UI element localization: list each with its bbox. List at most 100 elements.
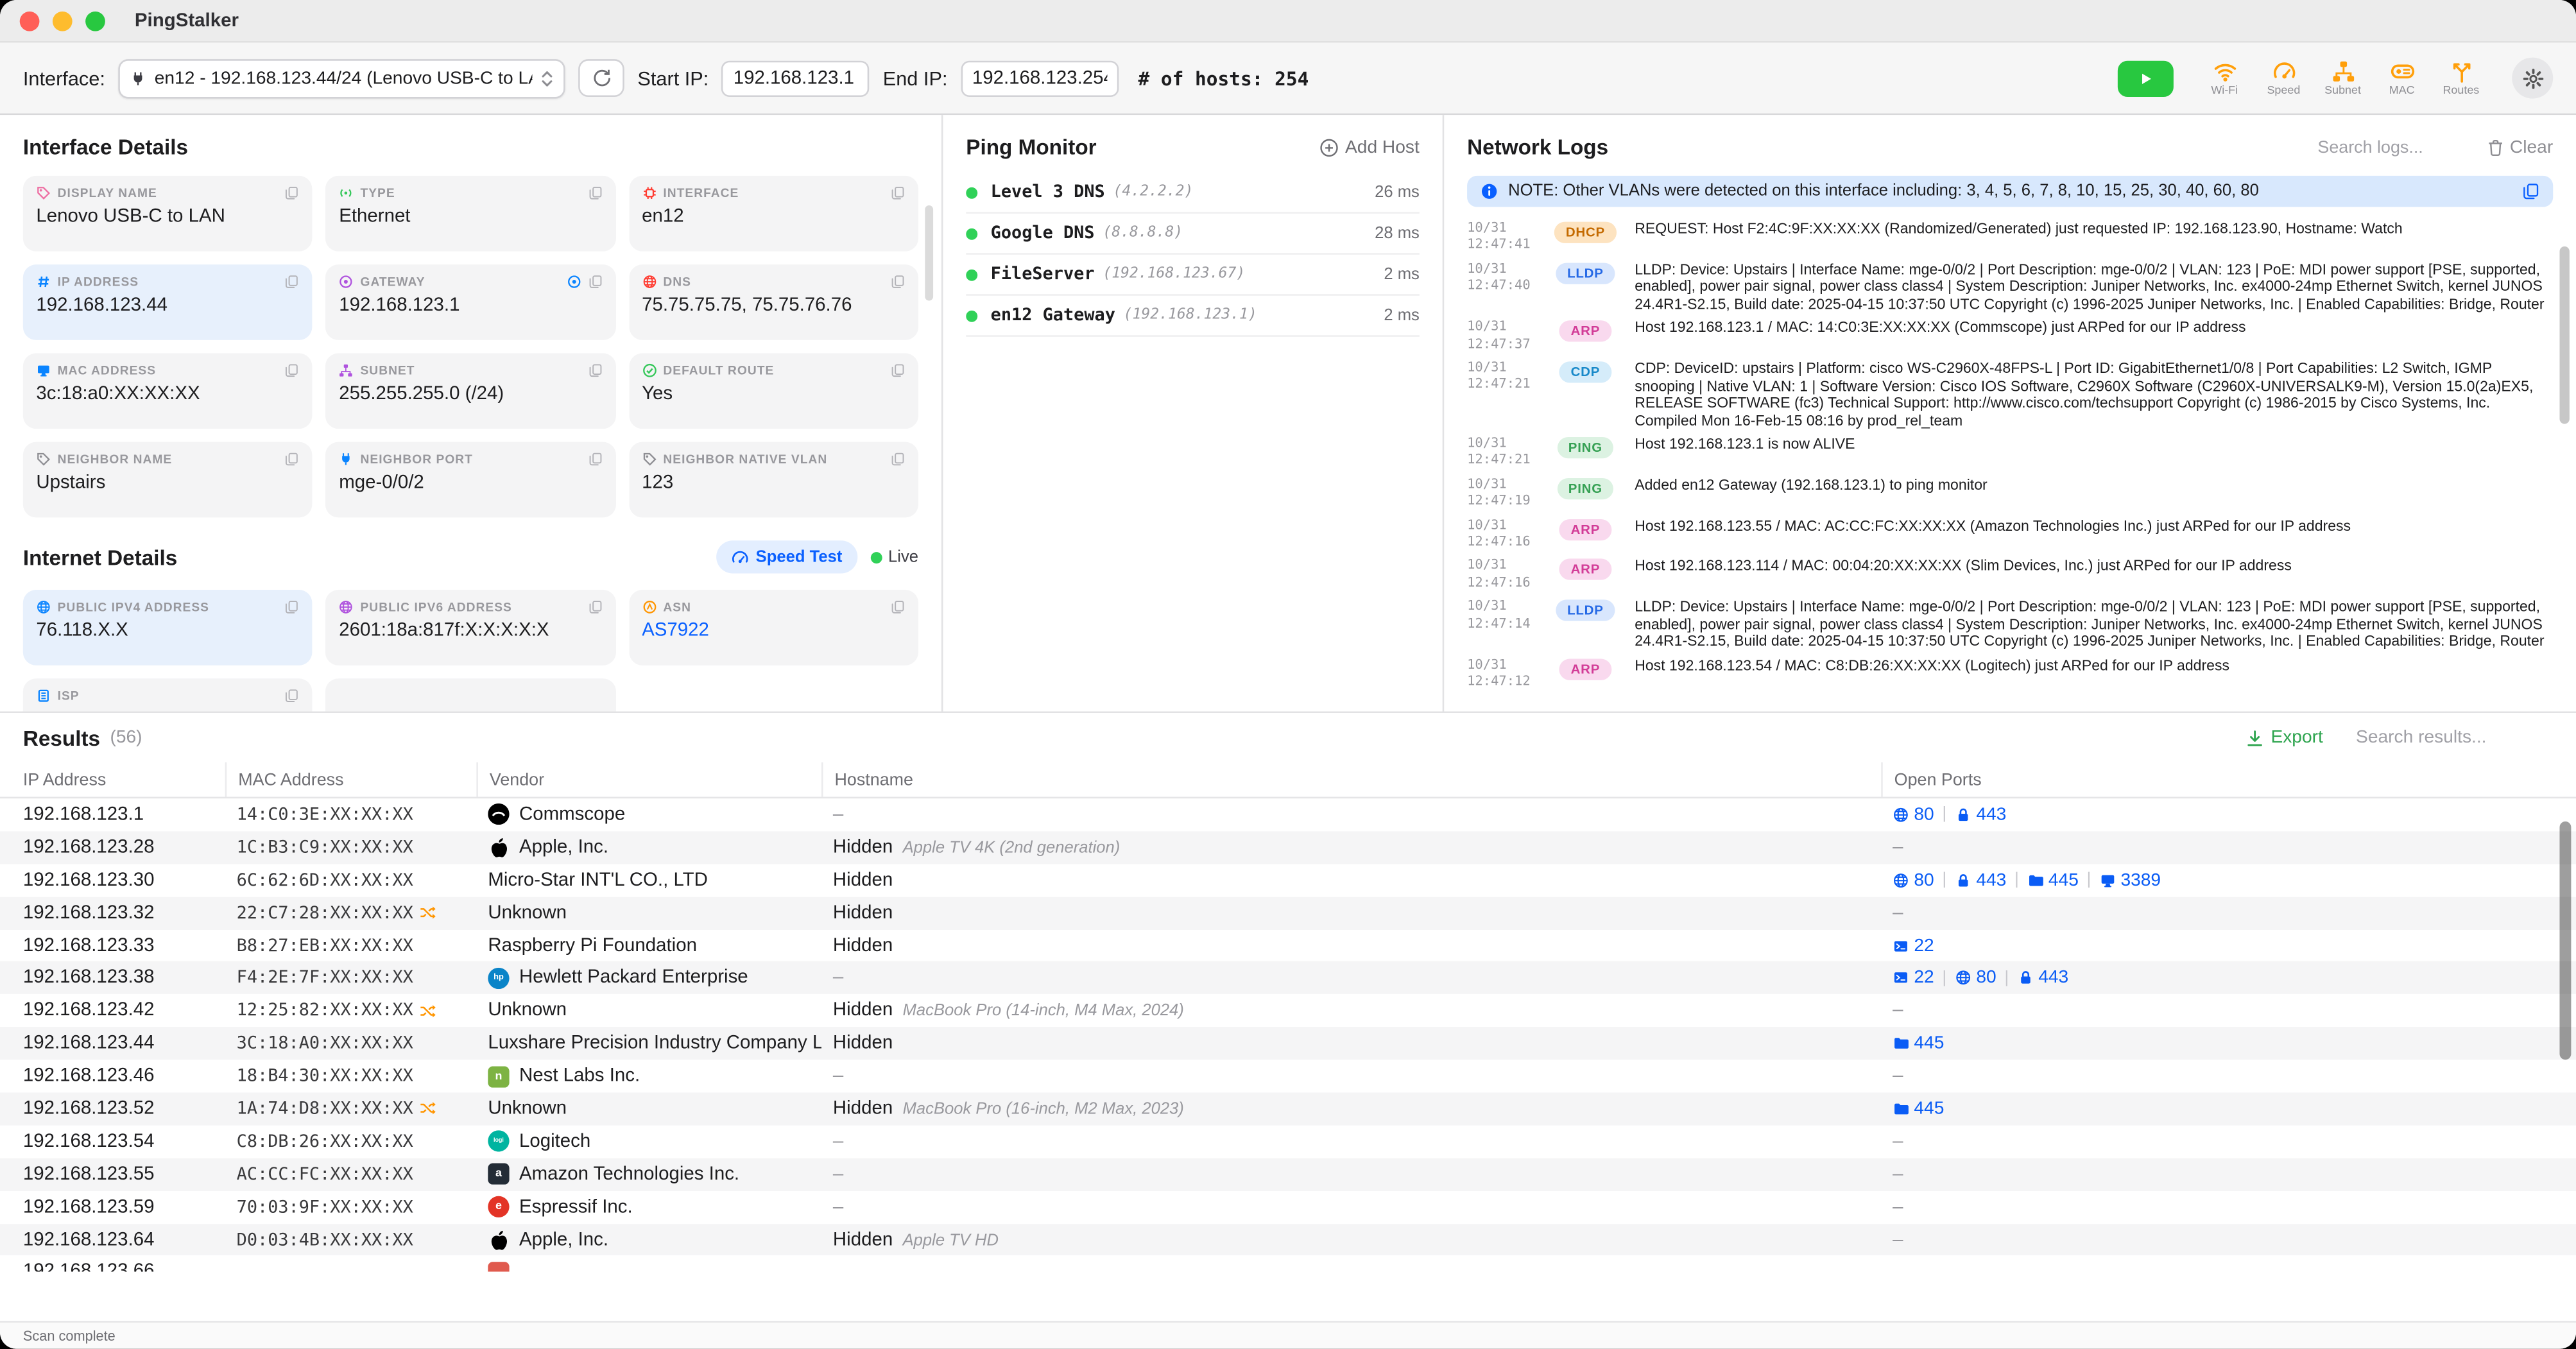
toolbar-routes-button[interactable]: Routes bbox=[2436, 59, 2486, 97]
start-scan-button[interactable] bbox=[2118, 60, 2174, 96]
lock-icon bbox=[1955, 872, 1971, 889]
copy-icon[interactable] bbox=[285, 185, 300, 200]
column-header: MAC Address bbox=[225, 762, 477, 797]
add-host-button[interactable]: Add Host bbox=[1319, 137, 1420, 157]
top-panels: Interface Details DISPLAY NAMELenovo USB… bbox=[0, 115, 2576, 713]
log-message: CDP: DeviceID: upstairs | Platform: cisc… bbox=[1635, 360, 2553, 429]
minimize-window-button[interactable] bbox=[53, 11, 73, 31]
copy-icon[interactable] bbox=[588, 363, 603, 378]
result-row[interactable]: 192.168.123.4618:B4:30:XX:XX:XXnNest Lab… bbox=[0, 1060, 2576, 1093]
result-row[interactable]: 192.168.123.55AC:CC:FC:XX:XX:XXaAmazon T… bbox=[0, 1158, 2576, 1190]
result-row[interactable]: 192.168.123.3222:C7:28:XX:XX:XXUnknownHi… bbox=[0, 897, 2576, 929]
copy-icon[interactable] bbox=[285, 452, 300, 467]
status-dot-icon bbox=[966, 310, 977, 322]
ping-host-row[interactable]: Google DNS(8.8.8.8)28 ms bbox=[966, 214, 1420, 255]
mac-text: AC:CC:FC:XX:XX:XX bbox=[237, 1164, 413, 1184]
result-row[interactable]: 192.168.123.38F4:2E:7F:XX:XX:XXhpHewlett… bbox=[0, 962, 2576, 995]
port-link[interactable]: 80 bbox=[1893, 870, 1934, 890]
port-link[interactable]: 22 bbox=[1893, 968, 1934, 988]
interface-select[interactable]: en12 - 192.168.123.44/24 (Lenovo USB-C t… bbox=[118, 58, 565, 98]
log-timestamp: 10/3112:47:16 bbox=[1467, 517, 1536, 551]
result-row[interactable]: 192.168.123.521A:74:D8:XX:XX:XXUnknownHi… bbox=[0, 1092, 2576, 1125]
port-link[interactable]: 443 bbox=[1955, 870, 2006, 890]
copy-icon[interactable] bbox=[2522, 182, 2540, 200]
port-link[interactable]: 445 bbox=[2027, 870, 2079, 890]
results-table-body: 192.168.123.114:C0:3E:XX:XX:XXCommscope–… bbox=[0, 798, 2576, 1271]
port-link[interactable]: 80 bbox=[1955, 968, 1996, 988]
start-ip-input[interactable] bbox=[722, 60, 870, 96]
clear-logs-button[interactable]: Clear bbox=[2486, 137, 2554, 157]
zoom-window-button[interactable] bbox=[85, 11, 105, 31]
copy-icon[interactable] bbox=[285, 363, 300, 378]
copy-icon[interactable] bbox=[890, 452, 905, 467]
cell-ports: 80|443|445|3389 bbox=[1881, 870, 2576, 890]
port-link[interactable]: 443 bbox=[1955, 805, 2006, 825]
end-ip-input[interactable] bbox=[961, 60, 1119, 96]
port-link[interactable]: 443 bbox=[2017, 968, 2068, 988]
log-badge: ARP bbox=[1559, 658, 1611, 680]
scrollbar[interactable] bbox=[2559, 821, 2571, 1060]
refresh-button[interactable] bbox=[578, 59, 624, 97]
export-button[interactable]: Export bbox=[2246, 728, 2323, 748]
port-number: 443 bbox=[1976, 870, 2006, 890]
scrollbar[interactable] bbox=[925, 205, 933, 300]
cell-vendor: Unknown bbox=[476, 903, 821, 923]
copy-icon[interactable] bbox=[588, 275, 603, 289]
ping-host-name: Google DNS bbox=[991, 223, 1095, 243]
scrollbar[interactable] bbox=[2559, 246, 2569, 424]
result-row[interactable]: 192.168.123.443C:18:A0:XX:XX:XXLuxshare … bbox=[0, 1027, 2576, 1060]
port-link[interactable]: 445 bbox=[1893, 1034, 1944, 1054]
result-row[interactable]: 192.168.123.64D0:03:4B:XX:XX:XXApple, In… bbox=[0, 1223, 2576, 1256]
results-table-header: IP AddressMAC AddressVendorHostnameOpen … bbox=[0, 762, 2576, 798]
result-row[interactable]: 192.168.123.306C:62:6D:XX:XX:XXMicro-Sta… bbox=[0, 864, 2576, 897]
cell-hostname: – bbox=[821, 1164, 1881, 1184]
log-entry: 10/3112:47:37ARPHost 192.168.123.1 / MAC… bbox=[1467, 319, 2553, 353]
card-value: Yes bbox=[642, 384, 905, 404]
close-window-button[interactable] bbox=[20, 11, 40, 31]
copy-icon[interactable] bbox=[285, 599, 300, 614]
plug-icon bbox=[130, 70, 146, 87]
toolbar-speed-button[interactable]: Speed bbox=[2259, 59, 2308, 97]
copy-icon[interactable] bbox=[588, 599, 603, 614]
cell-hostname: Hidden bbox=[821, 936, 1881, 956]
results-search-input[interactable] bbox=[2356, 728, 2553, 748]
ping-host-row[interactable]: Level 3 DNS(4.2.2.2)26 ms bbox=[966, 173, 1420, 214]
mac-text: F4:2E:7F:XX:XX:XX bbox=[237, 968, 413, 988]
result-row[interactable]: 192.168.123.54C8:DB:26:XX:XX:XXlogiLogit… bbox=[0, 1125, 2576, 1158]
result-row[interactable]: 192.168.123.281C:B3:C9:XX:XX:XXApple, In… bbox=[0, 831, 2576, 864]
settings-button[interactable] bbox=[2512, 58, 2553, 99]
copy-icon[interactable] bbox=[890, 599, 905, 614]
log-entry: 10/3112:47:21CDPCDP: DeviceID: upstairs … bbox=[1467, 360, 2553, 429]
result-row[interactable]: 192.168.123.5970:03:9F:XX:XX:XXeEspressi… bbox=[0, 1190, 2576, 1223]
copy-icon[interactable] bbox=[890, 185, 905, 200]
copy-icon[interactable] bbox=[890, 275, 905, 289]
randomized-mac-icon bbox=[420, 906, 438, 920]
copy-icon[interactable] bbox=[588, 452, 603, 467]
ping-host-row[interactable]: en12 Gateway(192.168.123.1)2 ms bbox=[966, 296, 1420, 337]
card-value: 3c:18:a0:XX:XX:XX bbox=[36, 384, 299, 404]
toolbar-mac-button[interactable]: MAC bbox=[2377, 59, 2426, 97]
scan-gateway-icon[interactable] bbox=[566, 275, 581, 289]
log-badge: LLDP bbox=[1556, 262, 1615, 284]
toolbar-wifi-button[interactable]: Wi-Fi bbox=[2200, 59, 2249, 97]
cell-ports: – bbox=[1881, 1067, 2576, 1087]
port-link[interactable]: 3389 bbox=[2099, 870, 2161, 890]
result-row[interactable]: 192.168.123.114:C0:3E:XX:XX:XXCommscope–… bbox=[0, 798, 2576, 831]
port-link[interactable]: 445 bbox=[1893, 1099, 1944, 1119]
port-link[interactable]: 80 bbox=[1893, 805, 1934, 825]
status-dot-icon bbox=[966, 228, 977, 239]
result-row[interactable]: 192.168.123.66 bbox=[0, 1256, 2576, 1271]
port-number: 22 bbox=[1914, 936, 1934, 956]
speed-test-button[interactable]: Speed Test bbox=[716, 540, 857, 573]
copy-icon[interactable] bbox=[285, 689, 300, 703]
port-link[interactable]: 22 bbox=[1893, 936, 1934, 956]
logs-search-input[interactable] bbox=[2317, 137, 2465, 157]
toolbar-subnet-button[interactable]: Subnet bbox=[2318, 59, 2367, 97]
result-row[interactable]: 192.168.123.4212:25:82:XX:XX:XXUnknownHi… bbox=[0, 995, 2576, 1027]
copy-icon[interactable] bbox=[890, 363, 905, 378]
label: Wi-Fi bbox=[2211, 85, 2238, 97]
ping-host-row[interactable]: FileServer(192.168.123.67)2 ms bbox=[966, 255, 1420, 296]
copy-icon[interactable] bbox=[285, 275, 300, 289]
result-row[interactable]: 192.168.123.33B8:27:EB:XX:XX:XXRaspberry… bbox=[0, 929, 2576, 962]
copy-icon[interactable] bbox=[588, 185, 603, 200]
